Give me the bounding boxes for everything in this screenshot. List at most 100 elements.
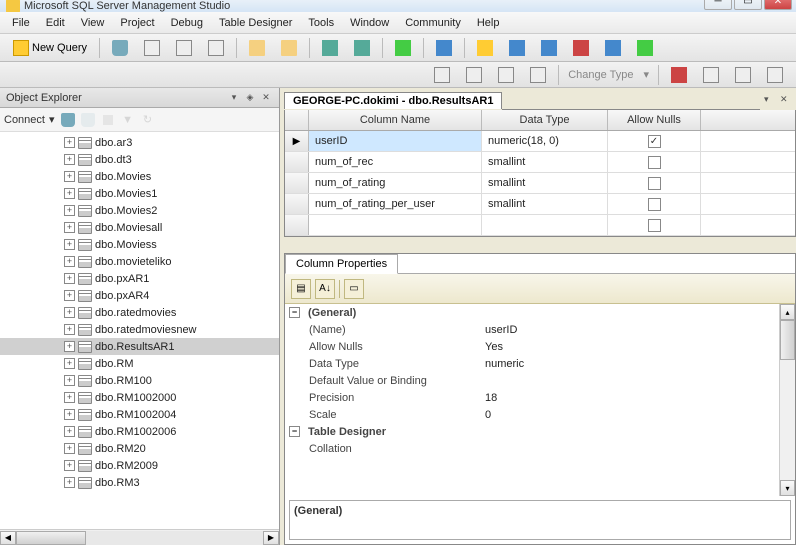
tree-table-item[interactable]: +dbo.ratedmoviesnew — [0, 321, 279, 338]
menu-help[interactable]: Help — [469, 15, 508, 31]
checkbox[interactable]: ✓ — [648, 135, 661, 148]
data-type-cell[interactable]: smallint — [482, 173, 608, 193]
property-section[interactable]: −Table Designer — [285, 423, 795, 440]
allow-nulls-header[interactable]: Allow Nulls — [608, 110, 701, 130]
column-row[interactable]: num_of_ratingsmallint — [285, 173, 795, 194]
tree-table-item[interactable]: +dbo.ratedmovies — [0, 304, 279, 321]
property-value[interactable]: Yes — [485, 341, 795, 353]
expand-icon[interactable]: + — [64, 256, 75, 267]
tree-table-item[interactable]: +dbo.Movies — [0, 168, 279, 185]
tree-table-item[interactable]: +dbo.pxAR1 — [0, 270, 279, 287]
toolbox-button[interactable] — [598, 36, 628, 60]
verify-sql-button[interactable] — [696, 63, 726, 87]
active-files-button[interactable]: ▾ — [764, 94, 776, 106]
tree-table-item[interactable]: +dbo.RM3 — [0, 474, 279, 491]
menu-community[interactable]: Community — [397, 15, 469, 31]
analysis-dmx-button[interactable] — [169, 36, 199, 60]
checkbox[interactable] — [648, 156, 661, 169]
data-type-cell[interactable]: smallint — [482, 152, 608, 172]
analysis-xmla-button[interactable] — [201, 36, 231, 60]
allow-nulls-cell[interactable] — [608, 194, 701, 214]
property-value[interactable]: userID — [485, 324, 795, 336]
expand-icon[interactable]: + — [64, 154, 75, 165]
web-browser-button[interactable] — [630, 36, 660, 60]
property-value[interactable]: 18 — [485, 392, 795, 404]
expand-icon[interactable]: + — [64, 460, 75, 471]
row-selector[interactable] — [285, 215, 309, 235]
property-row[interactable]: (Name)userID — [285, 321, 795, 338]
tree-table-item[interactable]: +dbo.RM — [0, 355, 279, 372]
registered-servers-button[interactable] — [429, 36, 459, 60]
expand-icon[interactable]: + — [64, 137, 75, 148]
expand-icon[interactable]: + — [64, 205, 75, 216]
menu-window[interactable]: Window — [342, 15, 397, 31]
open-project-button[interactable] — [274, 36, 304, 60]
scroll-thumb[interactable] — [780, 320, 795, 360]
collapse-icon[interactable]: − — [289, 307, 300, 318]
menu-debug[interactable]: Debug — [163, 15, 211, 31]
expand-icon[interactable]: + — [64, 426, 75, 437]
allow-nulls-cell[interactable] — [608, 215, 701, 235]
menu-view[interactable]: View — [73, 15, 113, 31]
refresh-button[interactable]: ↻ — [139, 111, 157, 129]
tree-table-item[interactable]: +dbo.RM20 — [0, 440, 279, 457]
tree-table-item[interactable]: +dbo.RM1002004 — [0, 406, 279, 423]
save-button[interactable] — [315, 36, 345, 60]
property-row[interactable]: Precision18 — [285, 389, 795, 406]
menu-project[interactable]: Project — [112, 15, 162, 31]
execute-query-button[interactable] — [664, 63, 694, 87]
property-row[interactable]: Data Typenumeric — [285, 355, 795, 372]
row-selector[interactable]: ▶ — [285, 131, 309, 151]
connect-button[interactable] — [59, 111, 77, 129]
tree-table-item[interactable]: +dbo.Moviesall — [0, 219, 279, 236]
group-by-button[interactable] — [728, 63, 758, 87]
filter-button[interactable]: ▼ — [119, 111, 137, 129]
activity-monitor-button[interactable] — [388, 36, 418, 60]
scroll-right-button[interactable]: ▶ — [263, 531, 279, 545]
expand-icon[interactable]: + — [64, 409, 75, 420]
property-grid[interactable]: −(General)(Name)userIDAllow NullsYesData… — [285, 304, 795, 496]
expand-icon[interactable]: + — [64, 222, 75, 233]
template-explorer-button[interactable] — [502, 36, 532, 60]
expand-icon[interactable]: + — [64, 392, 75, 403]
checkbox[interactable] — [648, 219, 661, 232]
scroll-track[interactable] — [780, 320, 795, 480]
row-selector[interactable] — [285, 152, 309, 172]
property-row[interactable]: Allow NullsYes — [285, 338, 795, 355]
tool-item[interactable] — [491, 63, 521, 87]
expand-icon[interactable]: + — [64, 239, 75, 250]
tool-item[interactable] — [459, 63, 489, 87]
tree-table-item[interactable]: +dbo.Movies2 — [0, 202, 279, 219]
expand-icon[interactable]: + — [64, 171, 75, 182]
analysis-mdx-button[interactable] — [137, 36, 167, 60]
property-row[interactable]: Default Value or Binding — [285, 372, 795, 389]
menu-file[interactable]: File — [4, 15, 38, 31]
disconnect-button[interactable] — [79, 111, 97, 129]
tool-item[interactable] — [523, 63, 553, 87]
column-row[interactable]: num_of_recsmallint — [285, 152, 795, 173]
expand-icon[interactable]: + — [64, 443, 75, 454]
column-name-cell[interactable]: userID — [309, 131, 482, 151]
close-document-button[interactable]: ✕ — [780, 94, 792, 106]
allow-nulls-cell[interactable] — [608, 173, 701, 193]
expand-icon[interactable]: + — [64, 477, 75, 488]
scroll-left-button[interactable]: ◀ — [0, 531, 16, 545]
tree-table-item[interactable]: +dbo.Movies1 — [0, 185, 279, 202]
connect-label[interactable]: Connect — [4, 114, 47, 126]
expand-icon[interactable]: + — [64, 324, 75, 335]
checkbox[interactable] — [648, 177, 661, 190]
column-properties-tab[interactable]: Column Properties — [285, 254, 398, 274]
property-value[interactable]: 0 — [485, 409, 795, 421]
save-all-button[interactable] — [347, 36, 377, 60]
column-name-header[interactable]: Column Name — [309, 110, 482, 130]
vertical-scrollbar[interactable]: ▴ ▾ — [779, 304, 795, 496]
close-button[interactable]: ✕ — [764, 0, 792, 10]
db-engine-query-button[interactable] — [105, 36, 135, 60]
pin-button[interactable]: ◈ — [243, 91, 257, 105]
row-selector[interactable] — [285, 173, 309, 193]
alphabetical-button[interactable]: A↓ — [315, 279, 335, 299]
error-list-button[interactable] — [566, 36, 596, 60]
empty-row[interactable] — [285, 215, 795, 236]
open-file-button[interactable] — [242, 36, 272, 60]
menu-tools[interactable]: Tools — [300, 15, 342, 31]
